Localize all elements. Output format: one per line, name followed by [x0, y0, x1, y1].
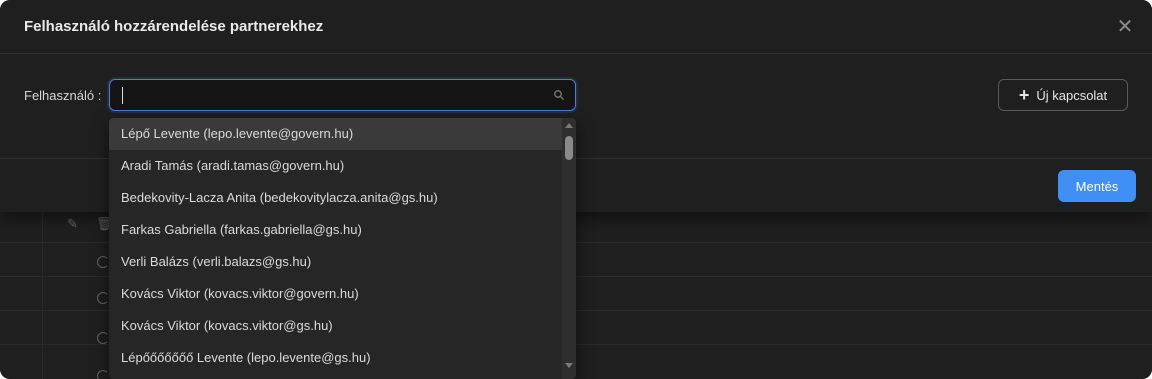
- user-field-label: Felhasználó :: [24, 88, 102, 103]
- modal-title: Felhasználó hozzárendelése partnerekhez: [24, 18, 324, 35]
- loading-icon: [97, 332, 109, 344]
- dropdown-option[interactable]: Kovács Viktor (kovacs.viktor@govern.hu): [109, 278, 562, 310]
- dropdown-option[interactable]: Lépőőőőőőő Levente (lepo.levente@gs.hu): [109, 342, 562, 374]
- close-icon[interactable]: ✕: [1114, 16, 1136, 38]
- new-connection-button[interactable]: + Új kapcsolat: [998, 79, 1128, 111]
- loading-icon: [97, 256, 109, 268]
- dropdown-option[interactable]: Verli Balázs (verli.balazs@gs.hu): [109, 246, 562, 278]
- scroll-up-icon[interactable]: [565, 123, 573, 128]
- search-icon: [554, 90, 564, 100]
- dropdown-option[interactable]: Aradi Tamás (aradi.tamas@govern.hu): [109, 150, 562, 182]
- save-button-label: Mentés: [1075, 178, 1119, 194]
- scrollbar-thumb[interactable]: [565, 136, 573, 160]
- new-connection-label: Új kapcsolat: [1036, 87, 1108, 103]
- table-divider: [42, 212, 43, 379]
- user-dropdown-list: Lépő Levente (lepo.levente@govern.hu) Ar…: [109, 118, 576, 379]
- app-frame: ✎ 🗑 Felhasználó hozzárendelése partnerek…: [0, 0, 1152, 379]
- user-search-select[interactable]: [109, 79, 576, 111]
- edit-icon[interactable]: ✎: [67, 217, 78, 230]
- loading-icon: [97, 370, 109, 379]
- dropdown-option[interactable]: Lépő Levente (lepo.levente@govern.hu): [109, 118, 562, 150]
- scroll-down-icon[interactable]: [565, 363, 573, 368]
- text-caret: [122, 87, 123, 104]
- save-button[interactable]: Mentés: [1058, 170, 1136, 202]
- dropdown-scrollbar[interactable]: [562, 118, 576, 379]
- dropdown-option[interactable]: Bedekovity-Lacza Anita (bedekovitylacza.…: [109, 182, 562, 214]
- loading-icon: [97, 292, 109, 304]
- plus-icon: +: [1018, 85, 1030, 105]
- dropdown-option[interactable]: Farkas Gabriella (farkas.gabriella@gs.hu…: [109, 214, 562, 246]
- dropdown-option[interactable]: Kovács Viktor (kovacs.viktor@gs.hu): [109, 310, 562, 342]
- modal-header: Felhasználó hozzárendelése partnerekhez …: [0, 0, 1152, 54]
